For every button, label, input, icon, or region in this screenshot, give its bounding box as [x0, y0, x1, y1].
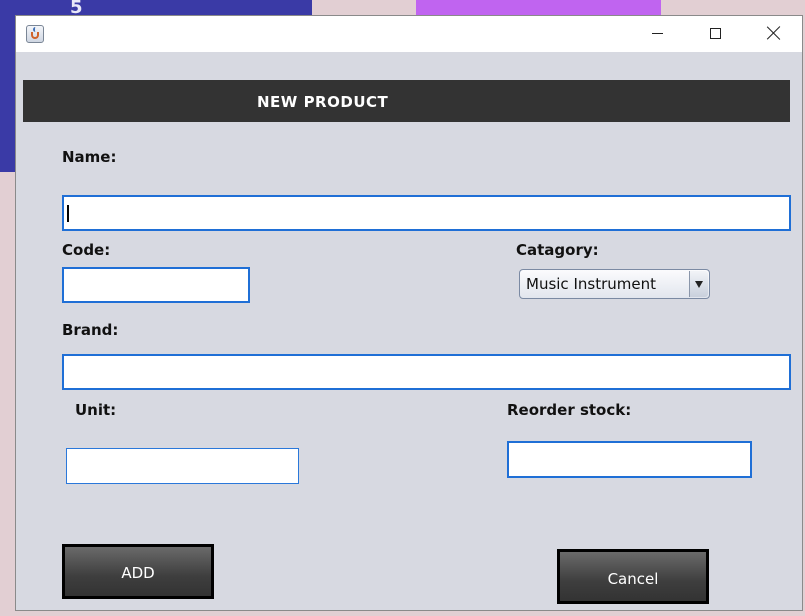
chevron-down-icon[interactable] [689, 271, 708, 297]
java-app-icon[interactable] [26, 25, 44, 43]
unit-field[interactable] [66, 448, 299, 484]
reorder-stock-label: Reorder stock: [507, 401, 632, 419]
unit-label: Unit: [75, 401, 117, 419]
form-header: NEW PRODUCT [23, 80, 790, 122]
brand-field[interactable] [62, 354, 791, 390]
category-select[interactable]: Music Instrument [519, 269, 710, 299]
code-field[interactable] [62, 267, 250, 303]
cancel-button[interactable]: Cancel [557, 549, 709, 604]
background-window-purple [416, 0, 661, 16]
minimize-button[interactable] [628, 16, 686, 52]
category-selected-value: Music Instrument [526, 275, 656, 293]
title-bar[interactable] [16, 16, 802, 52]
minimize-icon [652, 33, 663, 34]
maximize-icon [710, 28, 721, 39]
add-button[interactable]: ADD [62, 544, 214, 599]
close-icon [767, 26, 781, 40]
category-label: Catagory: [516, 241, 599, 259]
close-button[interactable] [744, 16, 802, 52]
reorder-stock-field[interactable] [507, 441, 752, 478]
brand-label: Brand: [62, 321, 119, 339]
cancel-button-label: Cancel [607, 570, 659, 588]
name-field[interactable] [62, 195, 791, 231]
new-product-window: NEW PRODUCT Name: Code: Catagory: Music … [15, 15, 803, 611]
name-label: Name: [62, 148, 117, 166]
text-caret [67, 205, 69, 222]
code-label: Code: [62, 241, 111, 259]
maximize-button[interactable] [686, 16, 744, 52]
add-button-label: ADD [121, 564, 155, 582]
form-title: NEW PRODUCT [257, 93, 389, 111]
